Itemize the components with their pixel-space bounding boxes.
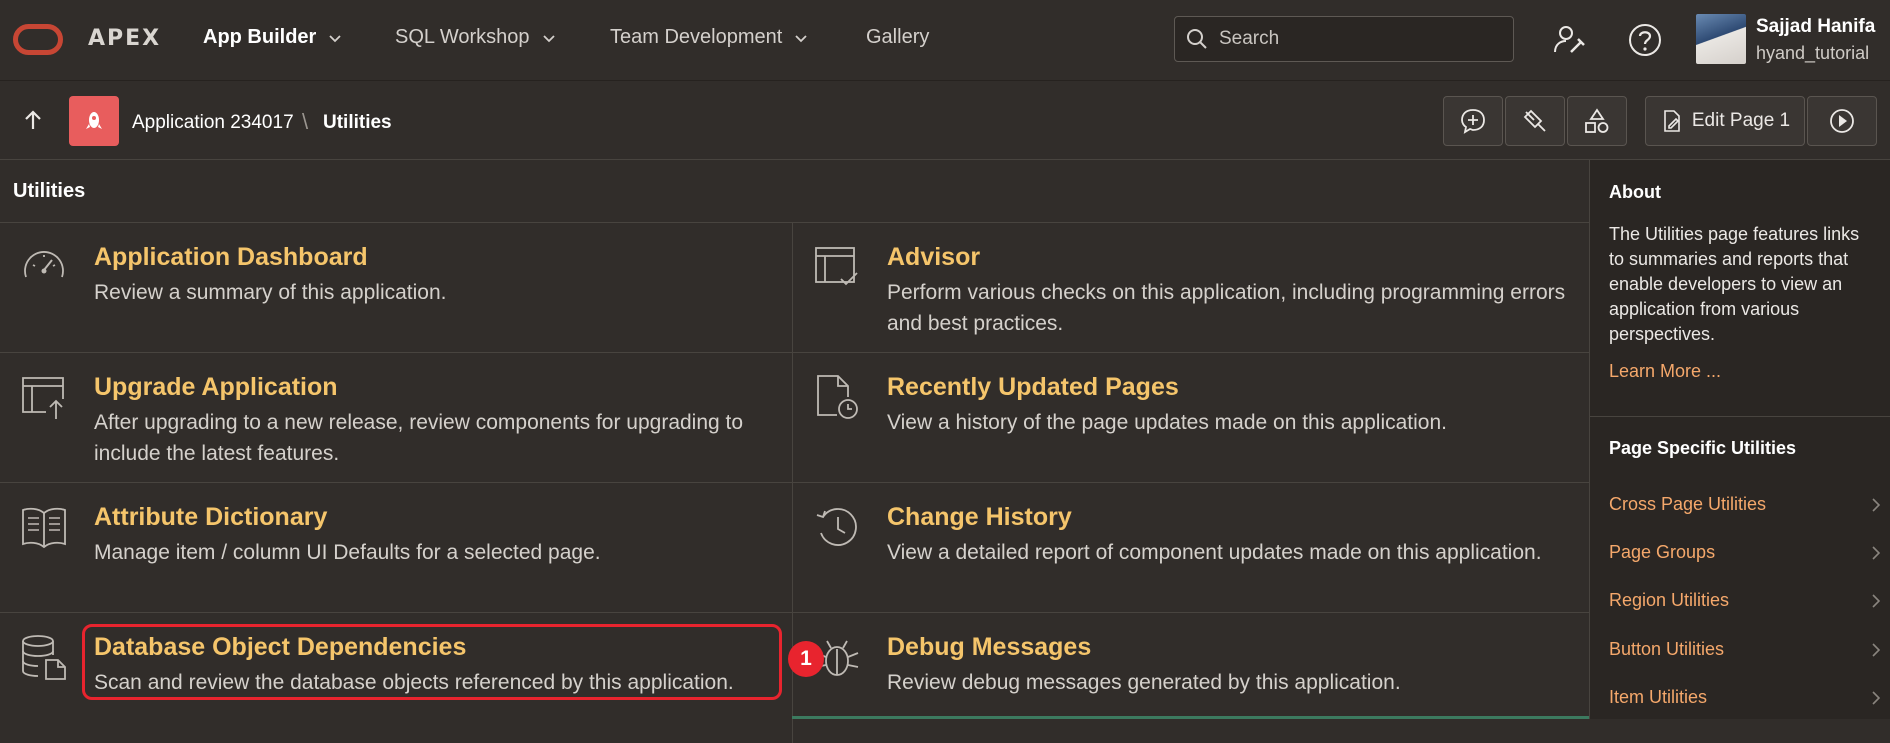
card-change-history[interactable]: Change History View a detailed report of… (792, 483, 1589, 613)
sidebar-item-button-utilities[interactable]: Button Utilities (1609, 639, 1881, 660)
card-description: Review a summary of this application. (94, 281, 447, 304)
shared-components-button[interactable] (1505, 96, 1565, 146)
oracle-logo-icon[interactable] (13, 24, 63, 55)
chevron-right-icon (1872, 545, 1881, 560)
sidebar-item-label: Button Utilities (1609, 639, 1725, 659)
apex-brand[interactable]: APEX (88, 26, 161, 51)
nav-sql-workshop-label: SQL Workshop (395, 26, 530, 48)
shapes-button[interactable] (1567, 96, 1627, 146)
card-title[interactable]: Application Dashboard (94, 243, 368, 272)
page-clock-icon (817, 375, 858, 419)
sidebar-item-page-groups[interactable]: Page Groups (1609, 542, 1881, 563)
user-settings-icon[interactable] (1549, 20, 1589, 60)
card-description: After upgrading to a new release, review… (94, 411, 744, 465)
card-description: Scan and review the database objects ref… (94, 671, 734, 694)
sidebar-item-label: Region Utilities (1609, 590, 1730, 610)
user-name[interactable]: Sajjad Hanifa (1756, 16, 1875, 38)
nav-team-development-label: Team Development (610, 26, 783, 48)
card-description: View a history of the page updates made … (887, 411, 1447, 434)
utilities-region: Utilities Application Dashboard Review a… (0, 160, 1589, 743)
application-icon[interactable] (69, 96, 119, 146)
card-title[interactable]: Advisor (887, 243, 980, 272)
sidebar-item-cross-page-utilities[interactable]: Cross Page Utilities (1609, 494, 1881, 515)
comment-add-icon (1461, 109, 1485, 134)
card-title[interactable]: Database Object Dependencies (94, 633, 466, 662)
card-database-object-dependencies[interactable]: Database Object Dependencies Scan and re… (0, 613, 793, 743)
nav-sql-workshop[interactable]: SQL Workshop (395, 26, 556, 49)
card-title[interactable]: Attribute Dictionary (94, 503, 327, 532)
learn-more-link[interactable]: Learn More ... (1609, 361, 1721, 382)
card-description: Manage item / column UI Defaults for a s… (94, 541, 601, 564)
page-utilities-title: Page Specific Utilities (1609, 438, 1797, 458)
window-upgrade-icon (22, 377, 64, 419)
card-attribute-dictionary[interactable]: Attribute Dictionary Manage item / colum… (0, 483, 793, 613)
avatar[interactable] (1696, 14, 1746, 64)
arrow-up-icon[interactable] (22, 109, 44, 131)
search-field[interactable] (1174, 16, 1514, 62)
card-advisor[interactable]: Advisor Perform various checks on this a… (792, 223, 1589, 353)
edit-page-label: Edit Page 1 (1691, 110, 1791, 131)
card-description: View a detailed report of component upda… (887, 541, 1542, 564)
about-title: About (1609, 182, 1661, 202)
card-title[interactable]: Change History (887, 503, 1072, 532)
nav-team-development[interactable]: Team Development (610, 26, 808, 49)
add-comment-button[interactable] (1443, 96, 1503, 146)
edit-page-icon (1664, 110, 1680, 132)
chevron-right-icon (1872, 690, 1881, 705)
nav-app-builder-label: App Builder (203, 26, 317, 48)
sidebar-item-item-utilities[interactable]: Item Utilities (1609, 687, 1881, 708)
open-book-icon (22, 507, 66, 549)
about-text: The Utilities page features links to sum… (1609, 224, 1860, 344)
card-debug-messages[interactable]: Debug Messages Review debug messages gen… (792, 613, 1589, 743)
card-description: Perform various checks on this applicati… (887, 281, 1566, 335)
card-title[interactable]: Recently Updated Pages (887, 373, 1179, 402)
user-login: hyand_tutorial (1756, 43, 1870, 63)
edit-page-button[interactable]: Edit Page 1 (1645, 96, 1805, 146)
nav-app-builder[interactable]: App Builder (203, 26, 342, 49)
shapes-icon (1585, 108, 1609, 133)
breadcrumb-bar: Application 234017 \ Utilities Edit Page… (0, 81, 1890, 160)
breadcrumb-application[interactable]: Application 234017 (132, 112, 294, 134)
sidebar-item-label: Page Groups (1609, 542, 1716, 562)
step-badge: 1 (788, 641, 824, 677)
card-upgrade-application[interactable]: Upgrade Application After upgrading to a… (0, 353, 793, 483)
dashboard-gauge-icon (24, 251, 64, 278)
app-rocket-icon (86, 112, 102, 129)
history-clock-icon (816, 508, 857, 546)
search-icon (1187, 29, 1207, 49)
chevron-down-icon (542, 34, 555, 42)
chevron-down-icon (795, 34, 807, 42)
divider (1590, 416, 1890, 417)
nav-gallery[interactable]: Gallery (866, 26, 929, 49)
sidebar-item-label: Item Utilities (1609, 687, 1708, 707)
right-sidebar: About The Utilities page features links … (1589, 160, 1890, 719)
sidebar-item-region-utilities[interactable]: Region Utilities (1609, 590, 1881, 611)
run-page-button[interactable] (1807, 96, 1877, 146)
chevron-right-icon (1872, 593, 1881, 608)
search-input[interactable] (1217, 27, 1501, 51)
database-page-icon (22, 635, 66, 680)
help-icon[interactable] (1625, 20, 1665, 60)
breadcrumb-current: Utilities (323, 112, 392, 133)
card-recently-updated-pages[interactable]: Recently Updated Pages View a history of… (792, 353, 1589, 483)
chevron-down-icon (329, 34, 341, 42)
card-title[interactable]: Debug Messages (887, 633, 1091, 662)
top-navigation-bar: APEX App Builder SQL Workshop Team Devel… (0, 0, 1890, 81)
card-application-dashboard[interactable]: Application Dashboard Review a summary o… (0, 223, 793, 353)
chevron-right-icon (1872, 642, 1881, 657)
chevron-right-icon (1872, 497, 1881, 512)
breadcrumb-separator: \ (302, 109, 309, 134)
nav-gallery-label: Gallery (866, 26, 930, 48)
page-title: Utilities (13, 180, 86, 202)
brush-icon (1523, 109, 1546, 132)
card-description: Review debug messages generated by this … (887, 671, 1401, 694)
sidebar-item-label: Cross Page Utilities (1609, 494, 1767, 514)
window-check-icon (815, 247, 858, 286)
play-icon (1830, 109, 1854, 133)
card-title[interactable]: Upgrade Application (94, 373, 338, 402)
